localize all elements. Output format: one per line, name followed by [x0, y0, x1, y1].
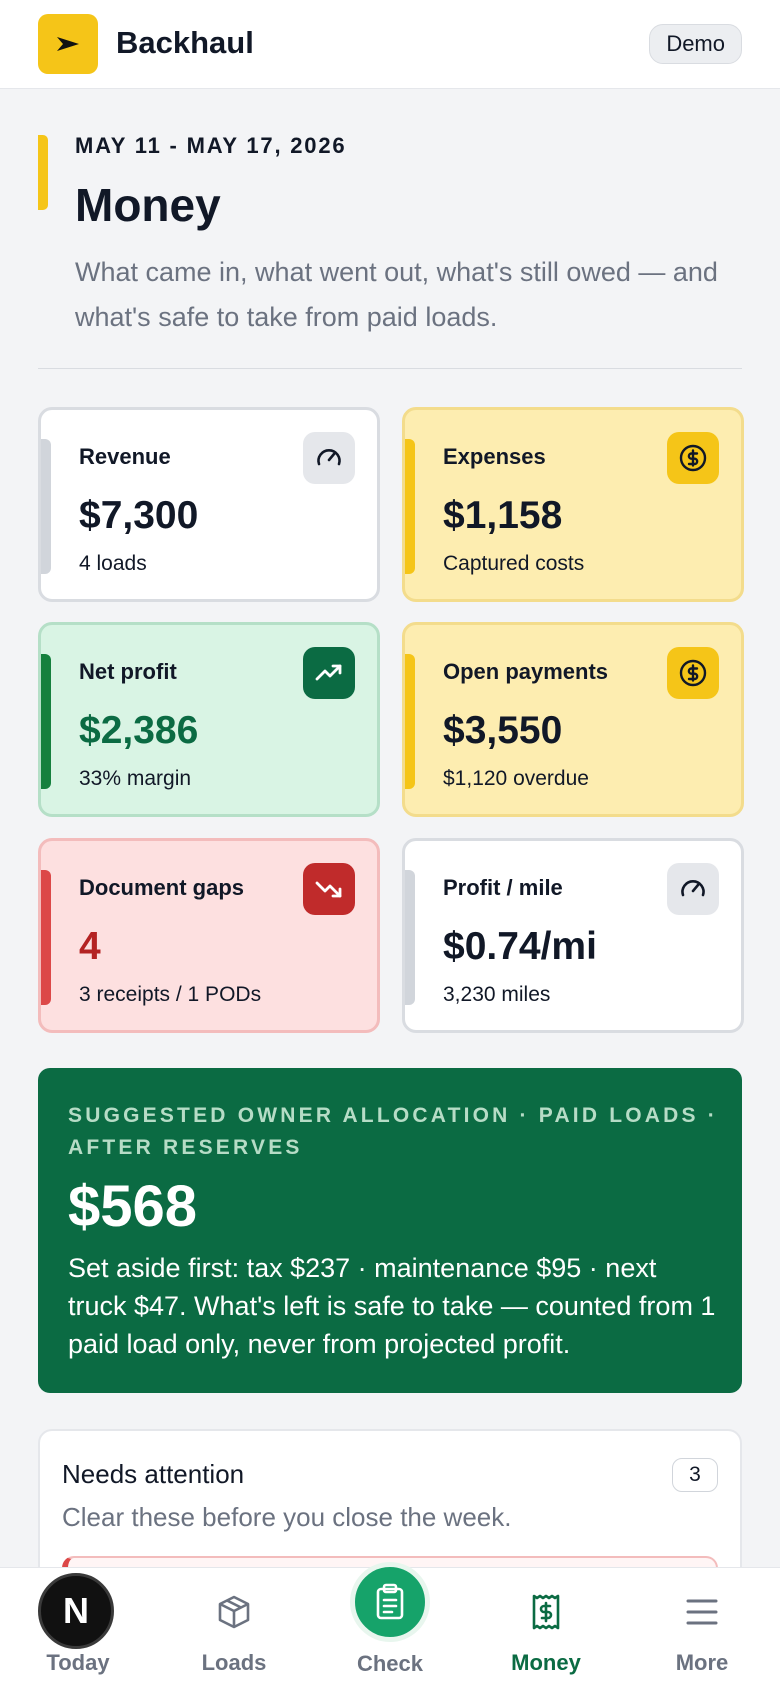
- dev-overlay-badge[interactable]: N: [38, 1573, 114, 1649]
- page-title: Money: [75, 179, 221, 231]
- card-label: Net profit: [79, 659, 177, 684]
- nav-label: Today: [46, 1650, 110, 1675]
- receipt-dollar-icon: [526, 1592, 566, 1632]
- trend-up-icon: [303, 647, 355, 699]
- card-note: 33% margin: [79, 767, 192, 790]
- divider: [38, 368, 742, 369]
- nav-loads[interactable]: Loads: [156, 1568, 312, 1688]
- card-stripe: [405, 654, 415, 789]
- page-subtitle: What came in, what went out, what's stil…: [75, 257, 718, 332]
- profit-per-mile-card[interactable]: Profit / mile $0.74/mi 3,230 miles: [402, 838, 744, 1033]
- card-value: $7,300: [79, 494, 199, 537]
- card-label: Expenses: [443, 444, 546, 469]
- gauge-icon: [667, 863, 719, 915]
- card-stripe: [41, 654, 51, 789]
- app-brand: Backhaul: [116, 25, 254, 60]
- box-icon: [214, 1592, 254, 1632]
- check-label: Check: [356, 1651, 424, 1676]
- card-value: $2,386: [79, 709, 199, 752]
- card-stripe: [41, 870, 51, 1005]
- card-label: Document gaps: [79, 875, 245, 900]
- card-label: Open payments: [443, 659, 609, 684]
- card-label: Revenue: [79, 444, 171, 469]
- card-note: 4 loads: [79, 552, 147, 575]
- top-bar: Backhaul Demo: [0, 0, 780, 89]
- document-gaps-card[interactable]: Document gaps 4 3 receipts / 1 PODs: [38, 838, 380, 1033]
- card-note: 3,230 miles: [443, 983, 551, 1006]
- open-payments-card[interactable]: Open payments $3,550 $1,120 overdue: [402, 622, 744, 817]
- card-note: 3 receipts / 1 PODs: [79, 983, 262, 1006]
- dollar-circle-icon: [667, 432, 719, 484]
- card-stripe: [405, 439, 415, 574]
- nav-label: Loads: [201, 1650, 267, 1675]
- check-button[interactable]: [350, 1562, 430, 1642]
- gauge-icon: [303, 432, 355, 484]
- attention-title: Needs attention: [62, 1459, 245, 1489]
- allocation-amount: $568: [68, 1174, 198, 1239]
- card-note: Captured costs: [443, 552, 585, 575]
- owner-allocation-panel: SUGGESTED OWNER ALLOCATION · PAID LOADS …: [38, 1068, 742, 1393]
- card-value: $3,550: [443, 709, 563, 752]
- expenses-card[interactable]: Expenses $1,158 Captured costs: [402, 407, 744, 602]
- trend-down-icon: [303, 863, 355, 915]
- card-note: $1,120 overdue: [443, 767, 589, 790]
- attention-count-badge: 3: [672, 1458, 718, 1492]
- card-value: 4: [79, 925, 101, 968]
- nav-money[interactable]: Money: [468, 1568, 624, 1688]
- card-value: $0.74/mi: [443, 925, 597, 968]
- card-value: $1,158: [443, 494, 563, 537]
- card-stripe: [405, 870, 415, 1005]
- nav-label: Money: [511, 1650, 581, 1675]
- clipboard-icon: [376, 1583, 404, 1620]
- arrow-logo-icon: [57, 37, 79, 51]
- attention-subtitle: Clear these before you close the week.: [62, 1502, 512, 1532]
- dollar-circle-icon: [667, 647, 719, 699]
- demo-badge[interactable]: Demo: [649, 24, 742, 64]
- nav-more[interactable]: More: [624, 1568, 780, 1688]
- allocation-eyebrow: SUGGESTED OWNER ALLOCATION · PAID LOADS …: [68, 1104, 718, 1159]
- card-label: Profit / mile: [443, 875, 563, 900]
- menu-icon: [682, 1592, 722, 1632]
- heading-accent-bar: [38, 135, 48, 210]
- net-profit-card[interactable]: Net profit $2,386 33% margin: [38, 622, 380, 817]
- allocation-description: Set aside first: tax $237 · maintenance …: [68, 1253, 716, 1359]
- card-stripe: [41, 439, 51, 574]
- revenue-card[interactable]: Revenue $7,300 4 loads: [38, 407, 380, 602]
- date-range: MAY 11 - MAY 17, 2026: [75, 133, 347, 158]
- app-logo[interactable]: [38, 14, 98, 74]
- nav-label: More: [675, 1650, 729, 1675]
